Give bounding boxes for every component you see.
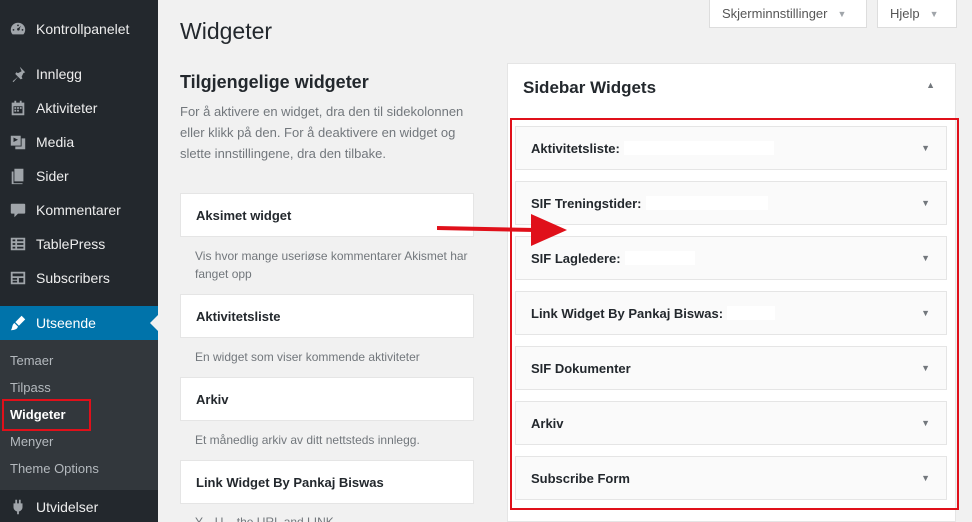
sidebar-item-appearance[interactable]: Utseende — [0, 306, 158, 340]
sidebar-item-label: Kontrollpanelet — [36, 21, 130, 37]
comments-icon — [0, 201, 36, 219]
sidebar-item-media[interactable]: Media — [0, 125, 158, 159]
submenu-item-customize[interactable]: Tilpass — [10, 377, 51, 397]
sidebar-item-label: Sider — [36, 168, 69, 184]
table-icon — [0, 235, 36, 253]
media-icon — [0, 133, 36, 151]
pages-icon — [0, 167, 36, 185]
sidebar-item-dashboard[interactable]: Kontrollpanelet — [0, 12, 158, 46]
sidebar-item-label: Subscribers — [36, 270, 110, 286]
sidebar-item-pages[interactable]: Sider — [0, 159, 158, 193]
submenu-item-theme-options[interactable]: Theme Options — [10, 458, 99, 478]
widget-description: Vis hvor mange useriøse kommentarer Akis… — [195, 249, 468, 281]
admin-sidebar: Kontrollpanelet Innlegg Aktiviteter Medi… — [0, 0, 158, 522]
sidebar-item-activities[interactable]: Aktiviteter — [0, 91, 158, 125]
caret-down-icon: ▼ — [929, 8, 939, 19]
collapse-caret-up-icon[interactable]: ▲ — [926, 80, 935, 90]
sidebar-widgets-title: Sidebar Widgets — [523, 78, 657, 97]
available-widgets-description: For å aktivere en widget, dra den til si… — [180, 104, 464, 161]
available-widget-archive[interactable]: Arkiv — [180, 377, 474, 421]
sidebar-widgets-highlight-frame — [510, 118, 959, 510]
subscribers-icon — [0, 269, 36, 287]
dashboard-icon — [0, 20, 36, 38]
screen-options-button[interactable]: Skjerminnstillinger ▼ — [709, 0, 867, 28]
caret-down-icon: ▼ — [837, 8, 847, 19]
help-button[interactable]: Hjelp ▼ — [877, 0, 957, 28]
available-widget-akismet[interactable]: Aksimet widget — [180, 193, 474, 237]
sidebar-item-label: Innlegg — [36, 66, 82, 82]
sidebar-item-comments[interactable]: Kommentarer — [0, 193, 158, 227]
page-title: Widgeter — [180, 18, 273, 44]
widgets-highlight-box — [2, 399, 91, 431]
submenu-item-menus[interactable]: Menyer — [10, 431, 53, 451]
submenu-item-themes[interactable]: Temaer — [10, 350, 53, 370]
appearance-icon — [0, 314, 36, 332]
help-label: Hjelp — [890, 6, 920, 21]
pin-icon — [0, 65, 36, 83]
available-widget-activity-list[interactable]: Aktivitetsliste — [180, 294, 474, 338]
sidebar-item-subscribers[interactable]: Subscribers — [0, 261, 158, 295]
screen-options-label: Skjerminnstillinger — [722, 6, 828, 21]
plugins-icon — [0, 498, 36, 516]
sidebar-item-label: Media — [36, 134, 75, 150]
sidebar-item-posts[interactable]: Innlegg — [0, 57, 158, 91]
sidebar-item-label: Kommentarer — [36, 202, 121, 218]
sidebar-item-label: Aktiviteter — [36, 100, 98, 116]
sidebar-item-label: Utseende — [36, 315, 96, 331]
calendar-icon — [0, 99, 36, 117]
widget-description: Et månedlig arkiv av ditt nettsteds innl… — [195, 433, 420, 447]
sidebar-item-label: Utvidelser — [36, 499, 99, 515]
widget-description: Y... U... the URL and LINK — [195, 515, 334, 522]
available-widgets-title: Tilgjengelige widgeter — [180, 72, 369, 92]
annotation-arrow-icon — [437, 214, 567, 246]
sidebar-item-tablepress[interactable]: TablePress — [0, 227, 158, 261]
widget-description: En widget som viser kommende aktiviteter — [195, 350, 420, 364]
sidebar-item-plugins[interactable]: Utvidelser — [0, 490, 158, 522]
available-widget-link-widget[interactable]: Link Widget By Pankaj Biswas — [180, 460, 474, 504]
sidebar-item-label: TablePress — [36, 236, 106, 252]
